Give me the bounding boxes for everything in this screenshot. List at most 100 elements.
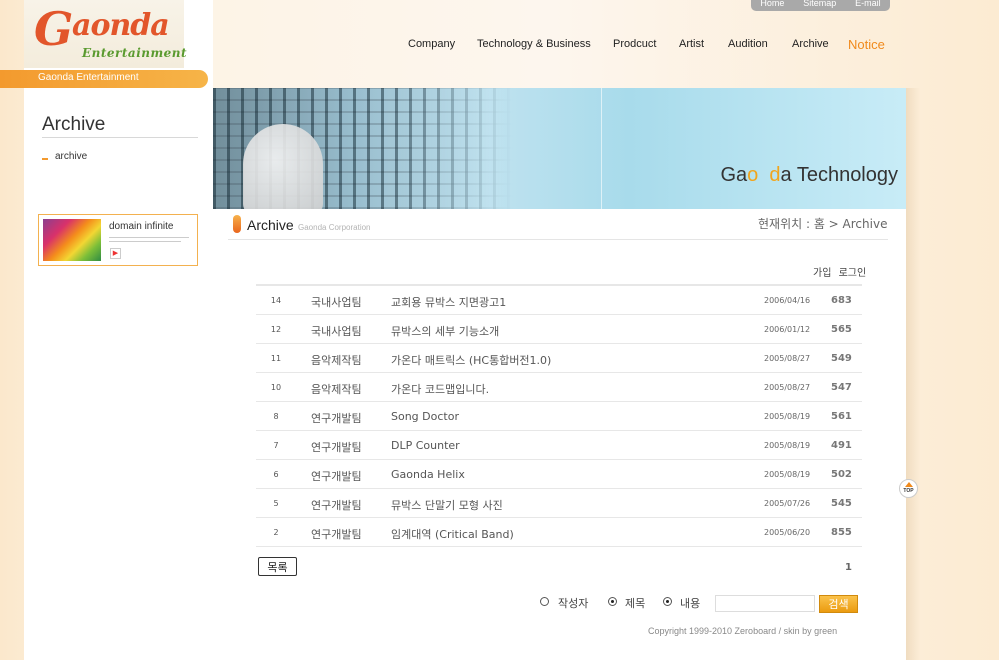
arrow-up-icon — [905, 482, 913, 487]
banner-graphic — [43, 219, 101, 261]
post-number: 10 — [270, 383, 282, 392]
post-title-link[interactable]: Gaonda Helix — [391, 468, 465, 481]
post-team: 국내사업팀 — [311, 325, 362, 338]
post-number: 11 — [270, 354, 282, 363]
post-team: 국내사업팀 — [311, 296, 362, 309]
hero-title-part: Ga — [720, 164, 748, 186]
table-row[interactable]: 5 연구개발팀 뮤박스 단말기 모형 사진 2005/07/26 545 — [256, 489, 862, 518]
util-link-sitemap[interactable]: Sitemap — [803, 0, 836, 9]
nav-company[interactable]: Company — [408, 38, 455, 50]
post-title-link[interactable]: 가온다 코드맵입니다. — [391, 381, 489, 397]
post-date: 2005/08/19 — [764, 412, 811, 421]
table-row[interactable]: 7 연구개발팀 DLP Counter 2005/08/19 491 — [256, 431, 862, 460]
top-label: TOP — [903, 488, 914, 494]
post-date: 2005/08/19 — [764, 441, 811, 450]
search-input[interactable] — [715, 595, 815, 612]
radio-content-label: 내용 — [680, 597, 701, 610]
nav-notice[interactable]: Notice — [848, 37, 885, 52]
table-row[interactable]: 2 연구개발팀 임계대역 (Critical Band) 2005/06/20 855 — [256, 518, 862, 547]
post-number: 2 — [273, 528, 279, 537]
post-hits: 561 — [831, 411, 852, 422]
radio-title-label: 제목 — [625, 597, 646, 610]
post-title-link[interactable]: 뮤박스 단말기 모형 사진 — [391, 497, 503, 513]
post-number: 6 — [273, 470, 279, 479]
search-area: 작성자 제목 내용 검색 — [540, 595, 860, 613]
post-date: 2006/01/12 — [764, 325, 811, 334]
page-number[interactable]: 1 — [845, 562, 852, 573]
hero-banner: Gao da Technology — [213, 88, 906, 209]
join-link[interactable]: 가입 — [813, 268, 831, 279]
post-team: 음악제작팀 — [311, 383, 362, 396]
sidebar-divider — [42, 137, 198, 138]
list-button[interactable]: 목록 — [258, 557, 297, 576]
member-links: 가입 로그인 — [809, 264, 866, 279]
left-column — [24, 0, 213, 660]
post-date: 2006/04/16 — [764, 296, 811, 305]
table-row[interactable]: 12 국내사업팀 뮤박스의 세부 기능소개 2006/01/12 565 — [256, 315, 862, 344]
hero-title: Gao da Technology — [720, 164, 898, 187]
table-row[interactable]: 10 음악제작팀 가온다 코드맵입니다. 2005/08/27 547 — [256, 373, 862, 402]
login-link[interactable]: 로그인 — [839, 268, 867, 279]
radio-author-label: 작성자 — [558, 597, 589, 610]
post-hits: 855 — [831, 527, 852, 538]
radio-author[interactable] — [540, 597, 549, 606]
nav-artist[interactable]: Artist — [679, 38, 704, 50]
section-title: Archive — [247, 217, 294, 233]
post-team: 연구개발팀 — [311, 499, 362, 512]
post-hits: 547 — [831, 382, 852, 393]
banner-title: domain infinite — [109, 221, 174, 232]
hero-title-part: a Technology — [780, 164, 899, 186]
nav-archive[interactable]: Archive — [792, 38, 829, 50]
util-link-home[interactable]: Home — [760, 0, 784, 9]
company-name: Gaonda Entertainment — [38, 72, 139, 83]
sidebar-item-archive[interactable]: archive — [42, 151, 87, 162]
post-title-link[interactable]: 교회용 뮤박스 지면광고1 — [391, 294, 506, 310]
main-nav: Company Technology & Business Prodcuct A… — [0, 37, 999, 54]
company-name-bar: Gaonda Entertainment — [0, 70, 208, 88]
post-hits: 683 — [831, 295, 852, 306]
bullet-icon — [42, 157, 48, 160]
radio-content[interactable] — [663, 597, 672, 606]
post-team: 연구개발팀 — [311, 528, 362, 541]
banner-text-line — [109, 237, 189, 238]
post-team: 연구개발팀 — [311, 441, 362, 454]
post-title-link[interactable]: DLP Counter — [391, 439, 460, 452]
back-to-top-button[interactable]: TOP — [899, 479, 918, 498]
copyright: Copyright 1999-2010 Zeroboard / skin by … — [648, 626, 838, 636]
table-row[interactable]: 11 음악제작팀 가온다 매트릭스 (HC통합버전1.0) 2005/08/27 549 — [256, 344, 862, 373]
breadcrumb: 현재위치 : 홈 > Archive — [758, 217, 888, 231]
nav-audition[interactable]: Audition — [728, 38, 768, 50]
post-team: 연구개발팀 — [311, 470, 362, 483]
nav-product[interactable]: Prodcuct — [613, 38, 656, 50]
table-row[interactable]: 14 국내사업팀 교회용 뮤박스 지면광고1 2006/04/16 683 — [256, 286, 862, 315]
arrow-right-icon: ▶ — [110, 248, 121, 259]
util-link-email[interactable]: E-mail — [855, 0, 881, 9]
post-hits: 491 — [831, 440, 852, 451]
post-hits: 545 — [831, 498, 852, 509]
nav-technology-business[interactable]: Technology & Business — [477, 38, 591, 50]
hero-title-part: d — [769, 164, 781, 186]
post-number: 12 — [270, 325, 282, 334]
radio-title[interactable] — [608, 597, 617, 606]
sidebar-item-label: archive — [55, 151, 88, 162]
banner-text-line — [109, 241, 181, 242]
hero-divider — [601, 88, 602, 209]
logo[interactable]: G aonda Entertainment — [24, 0, 187, 68]
post-title-link[interactable]: Song Doctor — [391, 410, 459, 423]
post-date: 2005/07/26 — [764, 499, 811, 508]
post-team: 연구개발팀 — [311, 412, 362, 425]
hero-title-part — [758, 164, 769, 186]
domain-infinite-banner[interactable]: domain infinite ▶ — [38, 214, 198, 266]
post-hits: 565 — [831, 324, 852, 335]
post-hits: 502 — [831, 469, 852, 480]
post-date: 2005/08/27 — [764, 354, 811, 363]
section-subtitle: Gaonda Corporation — [298, 223, 371, 232]
post-number: 8 — [273, 412, 279, 421]
post-title-link[interactable]: 임계대역 (Critical Band) — [391, 526, 514, 542]
post-title-link[interactable]: 가온다 매트릭스 (HC통합버전1.0) — [391, 352, 551, 368]
table-row[interactable]: 8 연구개발팀 Song Doctor 2005/08/19 561 — [256, 402, 862, 431]
table-row[interactable]: 6 연구개발팀 Gaonda Helix 2005/08/19 502 — [256, 460, 862, 489]
post-title-link[interactable]: 뮤박스의 세부 기능소개 — [391, 323, 499, 339]
search-button[interactable]: 검색 — [819, 595, 858, 613]
section-divider — [228, 239, 888, 240]
